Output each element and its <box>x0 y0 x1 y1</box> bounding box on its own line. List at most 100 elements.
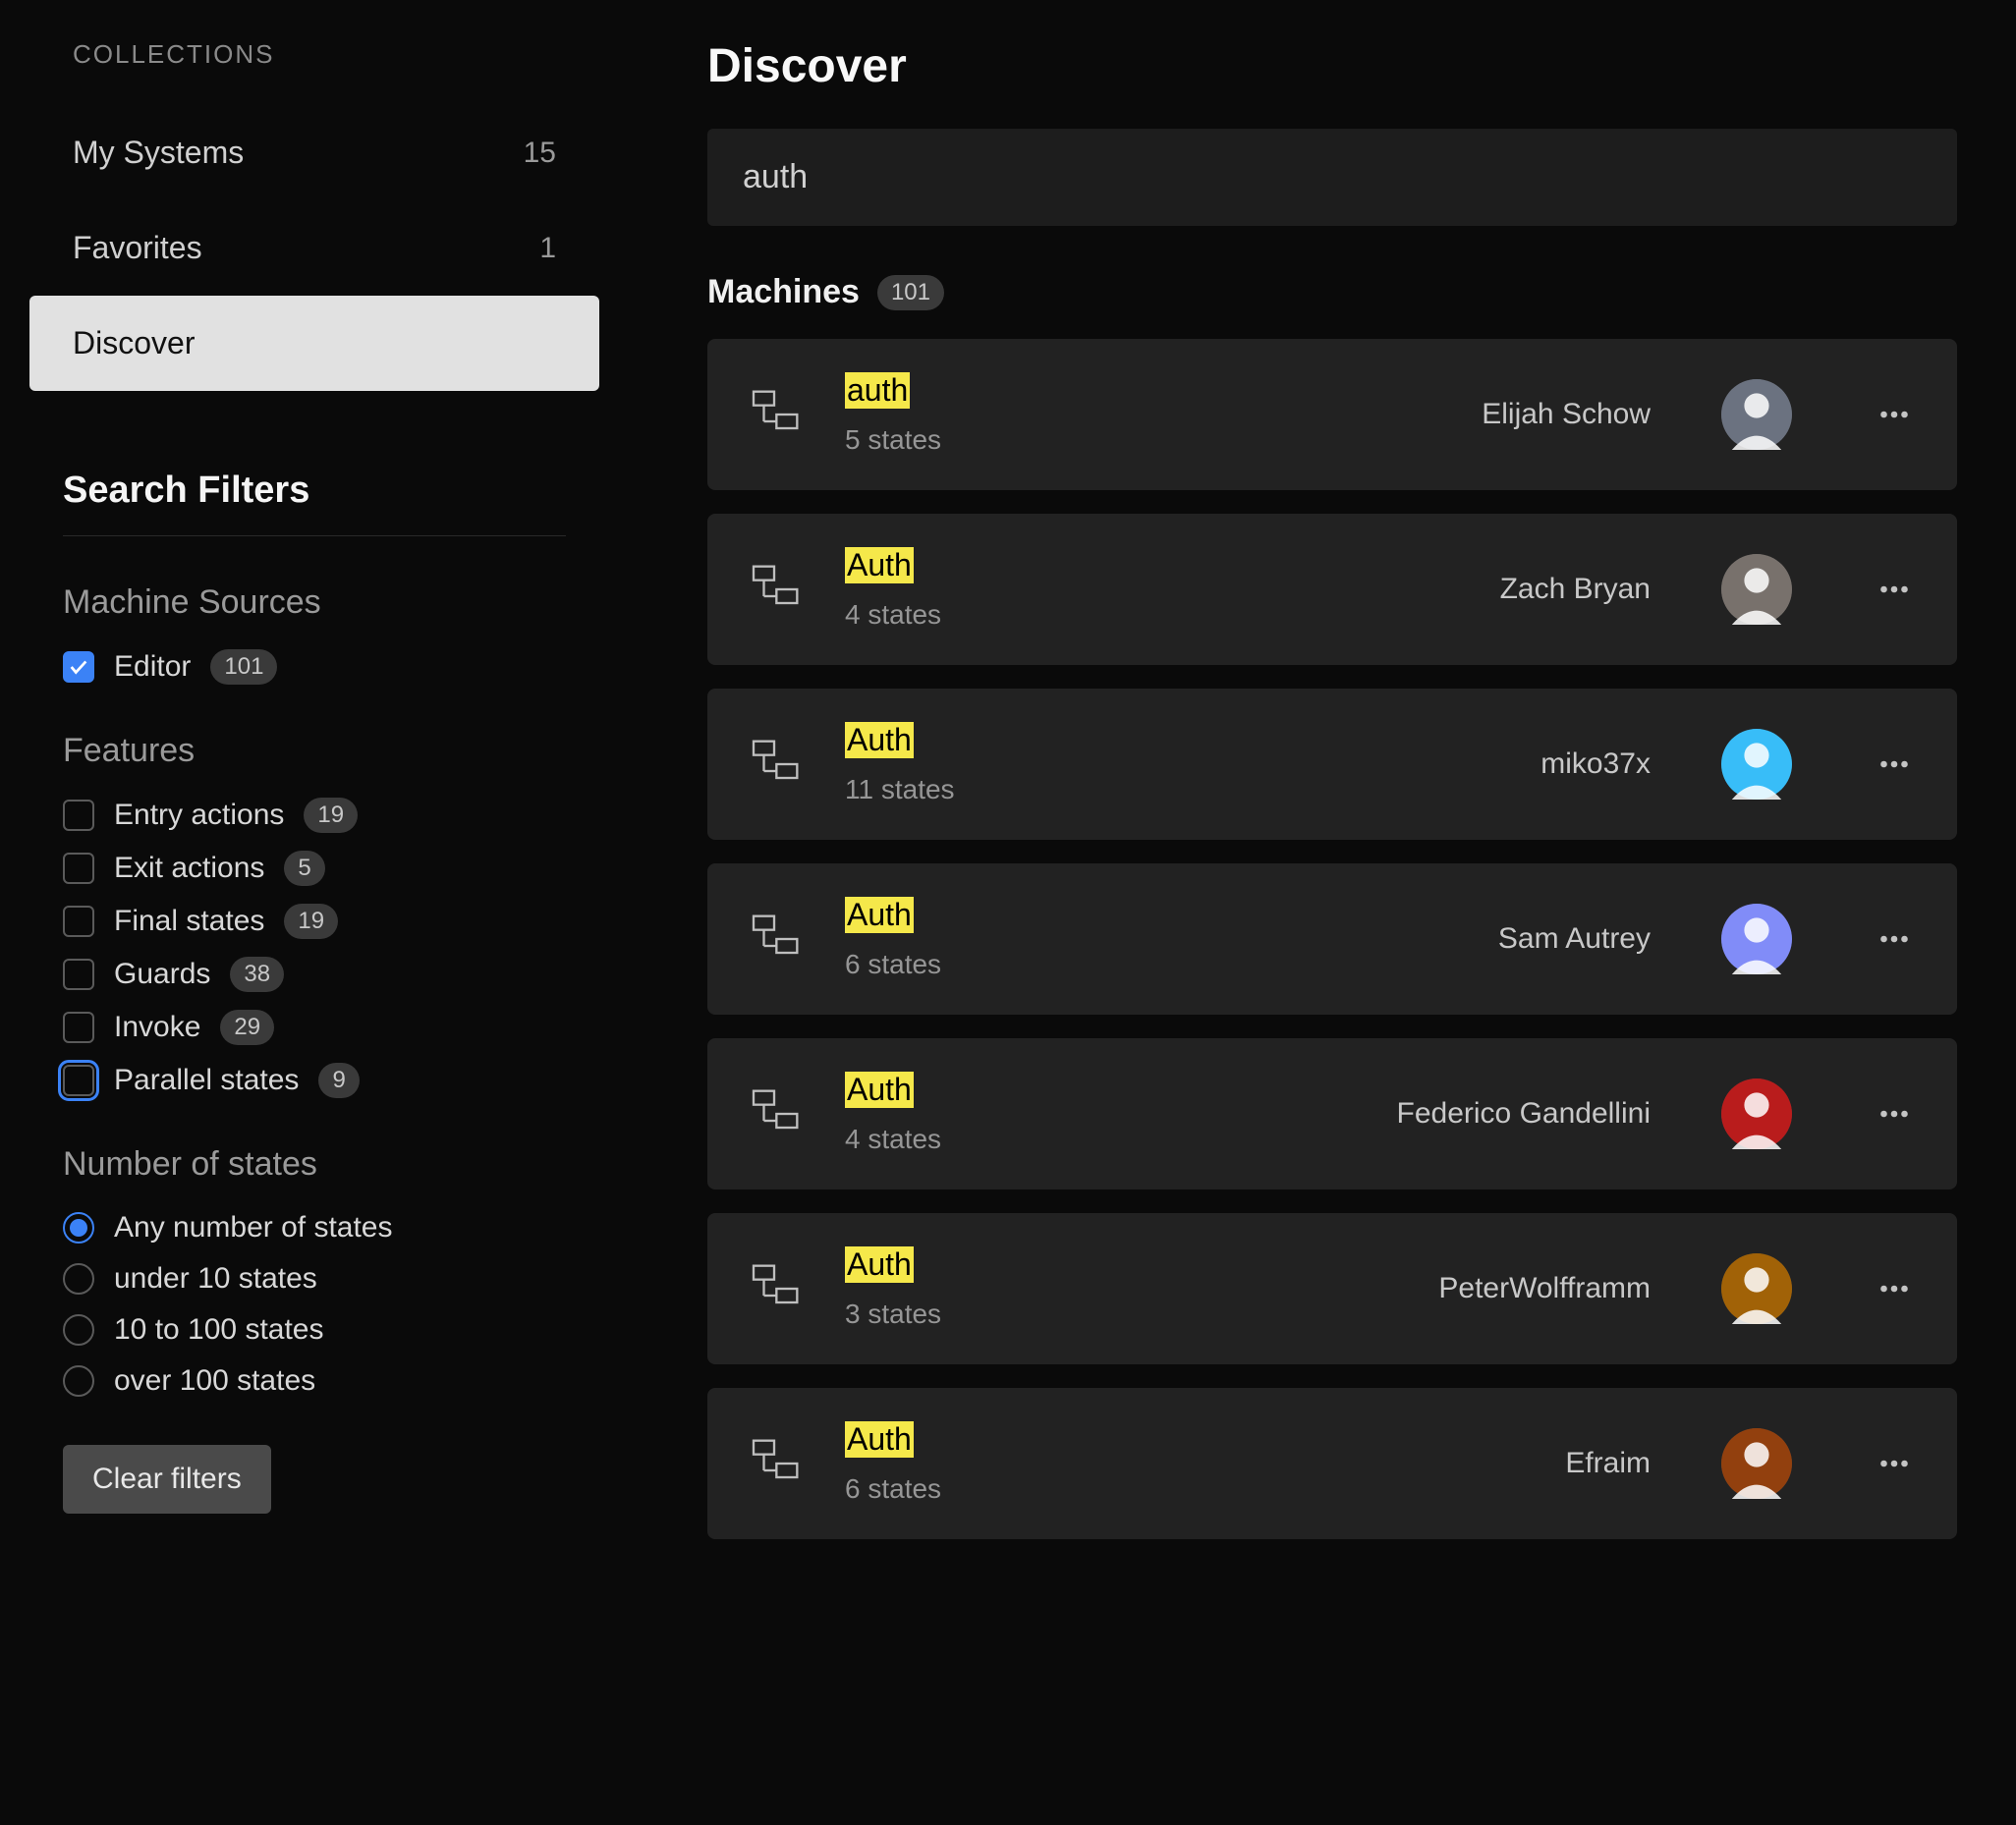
machine-info: Auth6 states <box>845 897 1455 981</box>
num-states-group: Number of states Any number of statesund… <box>63 1145 599 1398</box>
machine-card[interactable]: auth 5 states Elijah Schow <box>707 339 1957 490</box>
state-machine-icon <box>747 1436 802 1491</box>
more-options-button[interactable] <box>1871 391 1918 438</box>
machine-info: Auth 6 states <box>845 1421 1522 1506</box>
num-states-option[interactable]: under 10 states <box>63 1262 599 1296</box>
more-options-button[interactable] <box>1871 915 1918 963</box>
feature-count-badge: 29 <box>220 1010 274 1045</box>
collection-item-favorites[interactable]: Favorites1 <box>29 200 599 296</box>
state-machine-icon <box>747 1261 802 1316</box>
more-options-button[interactable] <box>1871 741 1918 788</box>
machine-states: 4 states <box>845 1124 941 1154</box>
features-group: Features Entry actions19Exit actions5Fin… <box>63 732 599 1098</box>
checkbox[interactable] <box>63 800 94 831</box>
feature-label: Invoke <box>114 1011 200 1044</box>
machine-name: Auth <box>845 897 914 933</box>
avatar[interactable] <box>1721 729 1792 800</box>
machine-info: auth 5 states <box>845 372 1438 457</box>
machine-states: 3 states <box>845 1299 941 1329</box>
machine-card[interactable]: Auth3 statesPeterWolfframm <box>707 1213 1957 1364</box>
state-machine-icon <box>747 912 802 967</box>
source-editor[interactable]: Editor 101 <box>63 649 599 685</box>
machine-card[interactable]: Auth 6 states Efraim <box>707 1388 1957 1539</box>
machine-sources-group: Machine Sources Editor 101 <box>63 583 599 685</box>
avatar[interactable] <box>1721 1253 1792 1324</box>
source-label: Editor <box>114 650 191 684</box>
source-count-badge: 101 <box>210 649 277 685</box>
num-states-option[interactable]: 10 to 100 states <box>63 1313 599 1347</box>
checkbox[interactable] <box>63 1065 94 1096</box>
main-content: Discover Machines 101 auth5 statesElijah… <box>629 0 2016 1825</box>
checkbox[interactable] <box>63 651 94 683</box>
machine-author: Zach Bryan <box>1500 573 1651 606</box>
checkbox[interactable] <box>63 959 94 990</box>
results-title: Machines <box>707 273 860 311</box>
machine-author: miko37x <box>1540 747 1651 781</box>
collection-item-discover[interactable]: Discover <box>29 296 599 391</box>
features-title: Features <box>63 732 599 770</box>
machine-author: Elijah Schow <box>1482 398 1651 431</box>
collection-label: My Systems <box>73 135 244 171</box>
more-options-button[interactable] <box>1871 1440 1918 1487</box>
avatar[interactable] <box>1721 904 1792 974</box>
radio[interactable] <box>63 1365 94 1397</box>
avatar[interactable] <box>1721 379 1792 450</box>
num-states-label: Any number of states <box>114 1211 392 1244</box>
machine-states: 11 states <box>845 774 955 804</box>
feature-count-badge: 38 <box>230 957 284 992</box>
machine-states: 4 states <box>845 599 941 630</box>
feature-label: Entry actions <box>114 799 284 832</box>
results-header: Machines 101 <box>707 273 1957 311</box>
machine-name: Auth <box>845 1421 914 1458</box>
avatar[interactable] <box>1721 554 1792 625</box>
num-states-option[interactable]: Any number of states <box>63 1211 599 1244</box>
collection-item-my-systems[interactable]: My Systems15 <box>29 105 599 200</box>
feature-parallel-states[interactable]: Parallel states 9 <box>63 1063 599 1098</box>
feature-label: Final states <box>114 905 264 938</box>
feature-label: Guards <box>114 958 210 991</box>
machine-info: Auth4 states <box>845 1072 1354 1156</box>
more-options-button[interactable] <box>1871 1090 1918 1137</box>
more-options-button[interactable] <box>1871 1265 1918 1312</box>
avatar[interactable] <box>1721 1078 1792 1149</box>
machine-author: Sam Autrey <box>1498 922 1651 956</box>
machine-author: Efraim <box>1565 1447 1651 1480</box>
feature-count-badge: 19 <box>284 904 338 939</box>
machine-states: 6 states <box>845 1473 941 1504</box>
more-options-button[interactable] <box>1871 566 1918 613</box>
machine-states: 5 states <box>845 424 941 455</box>
collections-header: COLLECTIONS <box>73 39 599 70</box>
collection-label: Favorites <box>73 230 202 266</box>
machine-card[interactable]: Auth 4 states Zach Bryan <box>707 514 1957 665</box>
feature-final-states[interactable]: Final states 19 <box>63 904 599 939</box>
radio[interactable] <box>63 1263 94 1295</box>
machine-card[interactable]: Auth11 statesmiko37x <box>707 689 1957 840</box>
clear-filters-button[interactable]: Clear filters <box>63 1445 271 1514</box>
radio[interactable] <box>63 1212 94 1244</box>
machine-card[interactable]: Auth6 states Sam Autrey <box>707 863 1957 1015</box>
feature-label: Parallel states <box>114 1064 299 1097</box>
feature-label: Exit actions <box>114 852 264 885</box>
feature-count-badge: 9 <box>318 1063 359 1098</box>
feature-exit-actions[interactable]: Exit actions5 <box>63 851 599 886</box>
checkbox[interactable] <box>63 906 94 937</box>
feature-invoke[interactable]: Invoke 29 <box>63 1010 599 1045</box>
state-machine-icon <box>747 737 802 792</box>
search-input[interactable] <box>707 129 1957 226</box>
collections-list: My Systems15Favorites1 Discover <box>29 105 599 391</box>
feature-entry-actions[interactable]: Entry actions19 <box>63 798 599 833</box>
machine-list: auth5 statesElijah SchowAuth4 statesZach… <box>707 339 1957 1539</box>
machine-name: Auth <box>845 1246 914 1283</box>
machine-name: Auth <box>845 547 914 583</box>
collection-label: Discover <box>73 325 195 361</box>
machine-name: auth <box>845 372 910 409</box>
checkbox[interactable] <box>63 1012 94 1043</box>
checkbox[interactable] <box>63 853 94 884</box>
radio[interactable] <box>63 1314 94 1346</box>
num-states-option[interactable]: over 100 states <box>63 1364 599 1398</box>
search-filters-title: Search Filters <box>63 470 599 512</box>
machine-sources-title: Machine Sources <box>63 583 599 622</box>
machine-card[interactable]: Auth4 statesFederico Gandellini <box>707 1038 1957 1189</box>
feature-guards[interactable]: Guards 38 <box>63 957 599 992</box>
avatar[interactable] <box>1721 1428 1792 1499</box>
